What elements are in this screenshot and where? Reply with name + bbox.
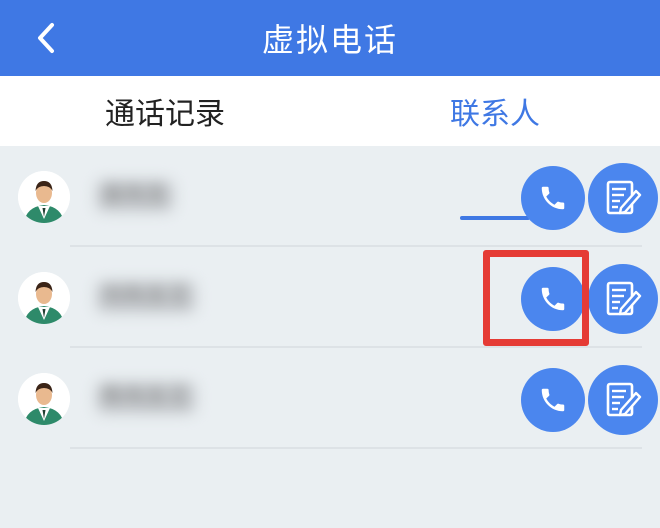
list-item[interactable]: 吴先生 <box>0 146 660 247</box>
virtual-phone-screen: 虚拟电话 通话记录 联系人 吴先生 刘先生王 陈先生王 <box>0 0 660 528</box>
app-header: 虚拟电话 <box>0 0 660 76</box>
person-avatar-icon <box>18 171 70 223</box>
highlight-annotation <box>483 250 589 346</box>
phone-icon <box>541 388 565 412</box>
tab-contacts[interactable]: 联系人 <box>410 76 580 146</box>
page-title: 虚拟电话 <box>261 21 398 59</box>
person-avatar-icon <box>18 272 70 324</box>
edit-note-icon <box>606 180 642 215</box>
contact-name: 吴先生 <box>96 180 175 212</box>
person-avatar-icon <box>18 373 70 425</box>
edit-contact-button[interactable] <box>588 365 658 435</box>
list-item[interactable]: 陈先生王 <box>0 348 660 449</box>
call-button[interactable] <box>521 166 585 230</box>
chevron-left-icon <box>38 23 54 53</box>
edit-note-icon <box>606 382 642 417</box>
contact-name: 刘先生王 <box>96 281 197 313</box>
back-button[interactable] <box>22 14 70 62</box>
contact-name: 陈先生王 <box>96 382 197 414</box>
edit-contact-button[interactable] <box>588 163 658 233</box>
call-button[interactable] <box>521 368 585 432</box>
edit-note-icon <box>606 281 642 316</box>
edit-contact-button[interactable] <box>588 264 658 334</box>
row-divider <box>70 447 642 449</box>
tab-call-records[interactable]: 通话记录 <box>80 76 250 146</box>
phone-icon <box>541 186 565 210</box>
tab-bar: 通话记录 联系人 <box>0 76 660 220</box>
